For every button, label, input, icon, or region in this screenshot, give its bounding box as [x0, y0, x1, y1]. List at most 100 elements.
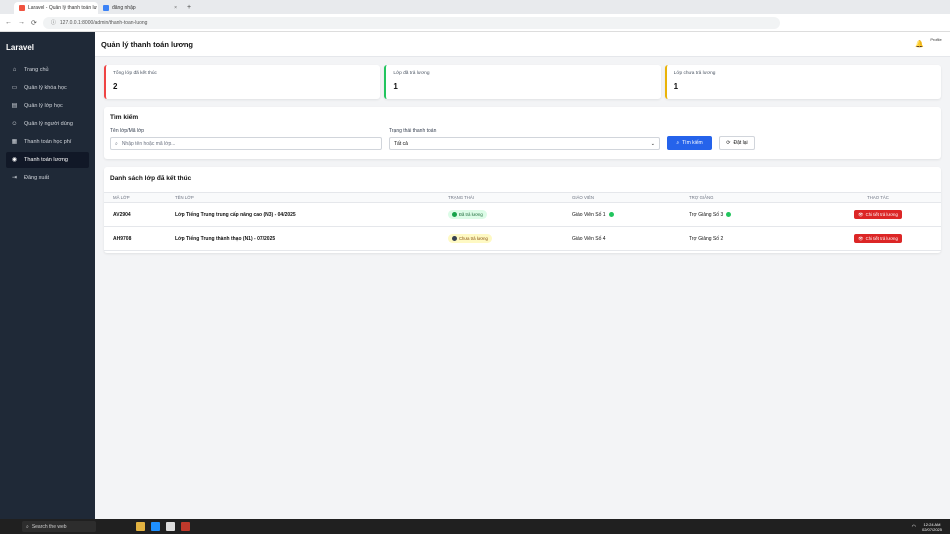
money-icon: ◉ [11, 156, 18, 163]
url-field[interactable]: ⓘ 127.0.0.1:8000/admin/thanh-toan-luong [42, 16, 780, 29]
vscode-icon[interactable] [151, 522, 160, 531]
refresh-icon: ⟳ [726, 140, 731, 146]
browser-icon[interactable] [166, 522, 175, 531]
file-explorer-icon[interactable] [136, 522, 145, 531]
keyword-input[interactable]: ⌕ Nhập tên hoặc mã lớp... [110, 137, 382, 150]
sidebar-item-label: Đăng xuất [24, 175, 50, 181]
class-table: Mã lớp Tên lớp Trạng thái Giáo viên Trợ … [104, 192, 941, 251]
search-button[interactable]: ⌕ Tìm kiếm [667, 136, 712, 150]
pending-icon [452, 236, 457, 241]
forward-icon[interactable]: → [18, 19, 25, 26]
stat-card-total: Tổng lớp đã kết thúc 2 [104, 65, 381, 99]
laravel-favicon-icon [19, 5, 25, 11]
new-tab-button[interactable]: + [182, 2, 196, 14]
reset-button[interactable]: ⟳ Đặt lại [719, 136, 755, 150]
top-bar: Quản lý thanh toán lương 🔔 Profile [95, 32, 950, 57]
check-circle-icon [608, 211, 614, 217]
class-code: AH9708 [104, 226, 175, 251]
clock-date: 02/07/2025 [921, 526, 942, 532]
status-cell: Đã trả lương [448, 202, 572, 227]
keyword-placeholder: Nhập tên hoặc mã lớp... [121, 140, 176, 147]
clock[interactable]: 12:24 AM 02/07/2025 [922, 522, 942, 532]
assistant-cell: Trợ Giảng Số 2 [689, 226, 815, 251]
sidebar-brand[interactable]: Laravel [0, 32, 95, 62]
app-icon[interactable] [181, 522, 190, 531]
address-bar-row: ← → ⟳ ⓘ 127.0.0.1:8000/admin/thanh-toan-… [0, 14, 950, 32]
sidebar-item-users[interactable]: ☺ Quản lý người dùng [6, 116, 89, 132]
site-info-icon[interactable]: ⓘ [51, 19, 56, 26]
user-icon: ☺ [11, 120, 18, 127]
eye-icon: 👁 [858, 211, 864, 217]
teacher-cell: Giáo Viên Số 1 [572, 202, 689, 227]
stat-value: 1 [673, 82, 679, 91]
check-circle-icon [452, 212, 457, 217]
stat-card-paid: Lớp đã trả lương 1 [384, 65, 661, 99]
assistant-cell: Trợ Giảng Số 3 [689, 202, 815, 227]
stat-value: 2 [113, 82, 118, 91]
search-icon: ⌕ [676, 140, 680, 146]
wifi-icon[interactable]: ◠ [912, 524, 916, 530]
avatar-text: Profile [930, 37, 942, 42]
sidebar-item-salary[interactable]: ◉ Thanh toán lương [6, 152, 89, 168]
course-icon: ▭ [11, 84, 18, 91]
reload-icon[interactable]: ⟳ [31, 19, 37, 27]
salary-detail-button[interactable]: 👁 Chi tiết trả lương [854, 210, 902, 219]
actions-cell: 👁 Chi tiết trả lương [815, 226, 941, 251]
class-code: AV2904 [104, 202, 175, 227]
status-select[interactable]: Tất cả ⌄ [389, 137, 660, 150]
sidebar-item-label: Trang chủ [24, 67, 49, 73]
search-title: Tìm kiếm [110, 114, 139, 121]
assistant-name: Trợ Giảng Số 3 [689, 211, 724, 218]
teacher-name: Giáo Viên Số 4 [572, 235, 606, 242]
class-icon: ▤ [11, 102, 18, 109]
url-text: 127.0.0.1:8000/admin/thanh-toan-luong [59, 19, 148, 26]
list-title: Danh sách lớp đã kết thúc [110, 175, 192, 182]
search-icon: ⌕ [115, 140, 118, 147]
close-tab-icon[interactable]: × [174, 5, 177, 11]
search-button-label: Tìm kiếm [682, 140, 703, 146]
col-assistant: Trợ giảng [689, 192, 815, 203]
sidebar-item-label: Quản lý lớp học [24, 103, 63, 109]
page-title: Quản lý thanh toán lương [101, 39, 194, 49]
sidebar-item-courses[interactable]: ▭ Quản lý khóa học [6, 80, 89, 96]
status-badge: Chưa trả lương [448, 234, 492, 243]
stat-value: 1 [393, 82, 398, 91]
check-circle-icon [726, 211, 732, 217]
sidebar-item-home[interactable]: ⌂ Trang chủ [6, 62, 89, 78]
col-code: Mã lớp [104, 192, 175, 203]
search-icon: ⌕ [26, 523, 29, 530]
stat-card-unpaid: Lớp chưa trả lương 1 [664, 65, 941, 99]
salary-detail-button[interactable]: 👁 Chi tiết trả lương [854, 234, 902, 243]
col-actions: Thao tác [815, 192, 941, 203]
sidebar-item-label: Quản lý khóa học [24, 85, 67, 91]
stat-label: Tổng lớp đã kết thúc [113, 71, 157, 76]
tab-label: đăng nhập [112, 5, 136, 11]
sidebar-item-classes[interactable]: ▤ Quản lý lớp học [6, 98, 89, 114]
taskbar-search[interactable]: ⌕ Search the web [22, 521, 96, 532]
eye-icon: 👁 [858, 235, 864, 241]
col-teacher: Giáo viên [572, 192, 689, 203]
keyword-label: Tên lớp/Mã lớp [110, 128, 145, 134]
status-badge-text: Chưa trả lương [459, 236, 488, 241]
teacher-cell: Giáo Viên Số 4 [572, 226, 689, 251]
home-icon: ⌂ [12, 66, 17, 73]
salary-detail-label: Chi tiết trả lương [865, 236, 898, 241]
taskbar-search-placeholder: Search the web [31, 523, 67, 530]
system-tray: ◠ 12:24 AM 02/07/2025 [912, 522, 950, 532]
avatar[interactable]: Profile [930, 37, 942, 51]
sidebar-item-logout[interactable]: ⇥ Đăng xuất [6, 170, 89, 186]
status-label: Trạng thái thanh toán [389, 128, 437, 134]
search-form: Tên lớp/Mã lớp ⌕ Nhập tên hoặc mã lớp...… [110, 128, 935, 150]
browser-tab-active[interactable]: Laravel - Quản lý thanh toán lư × [14, 2, 98, 14]
logout-icon: ⇥ [11, 174, 18, 181]
page-favicon-icon [103, 5, 109, 11]
table-row: AV2904 Lớp Tiếng Trung trung cấp nâng ca… [104, 202, 941, 227]
sidebar-item-tuition[interactable]: ▦ Thanh toán học phí [6, 134, 89, 150]
clock-time: 12:24 AM [923, 521, 941, 527]
browser-tab-login[interactable]: đăng nhập × [98, 2, 182, 14]
status-select-value: Tất cả [394, 140, 408, 147]
browser-tab-strip: Laravel - Quản lý thanh toán lư × đăng n… [0, 0, 950, 14]
bell-icon[interactable]: 🔔 [915, 40, 924, 48]
assistant-name: Trợ Giảng Số 2 [689, 235, 724, 242]
back-icon[interactable]: ← [5, 19, 12, 26]
